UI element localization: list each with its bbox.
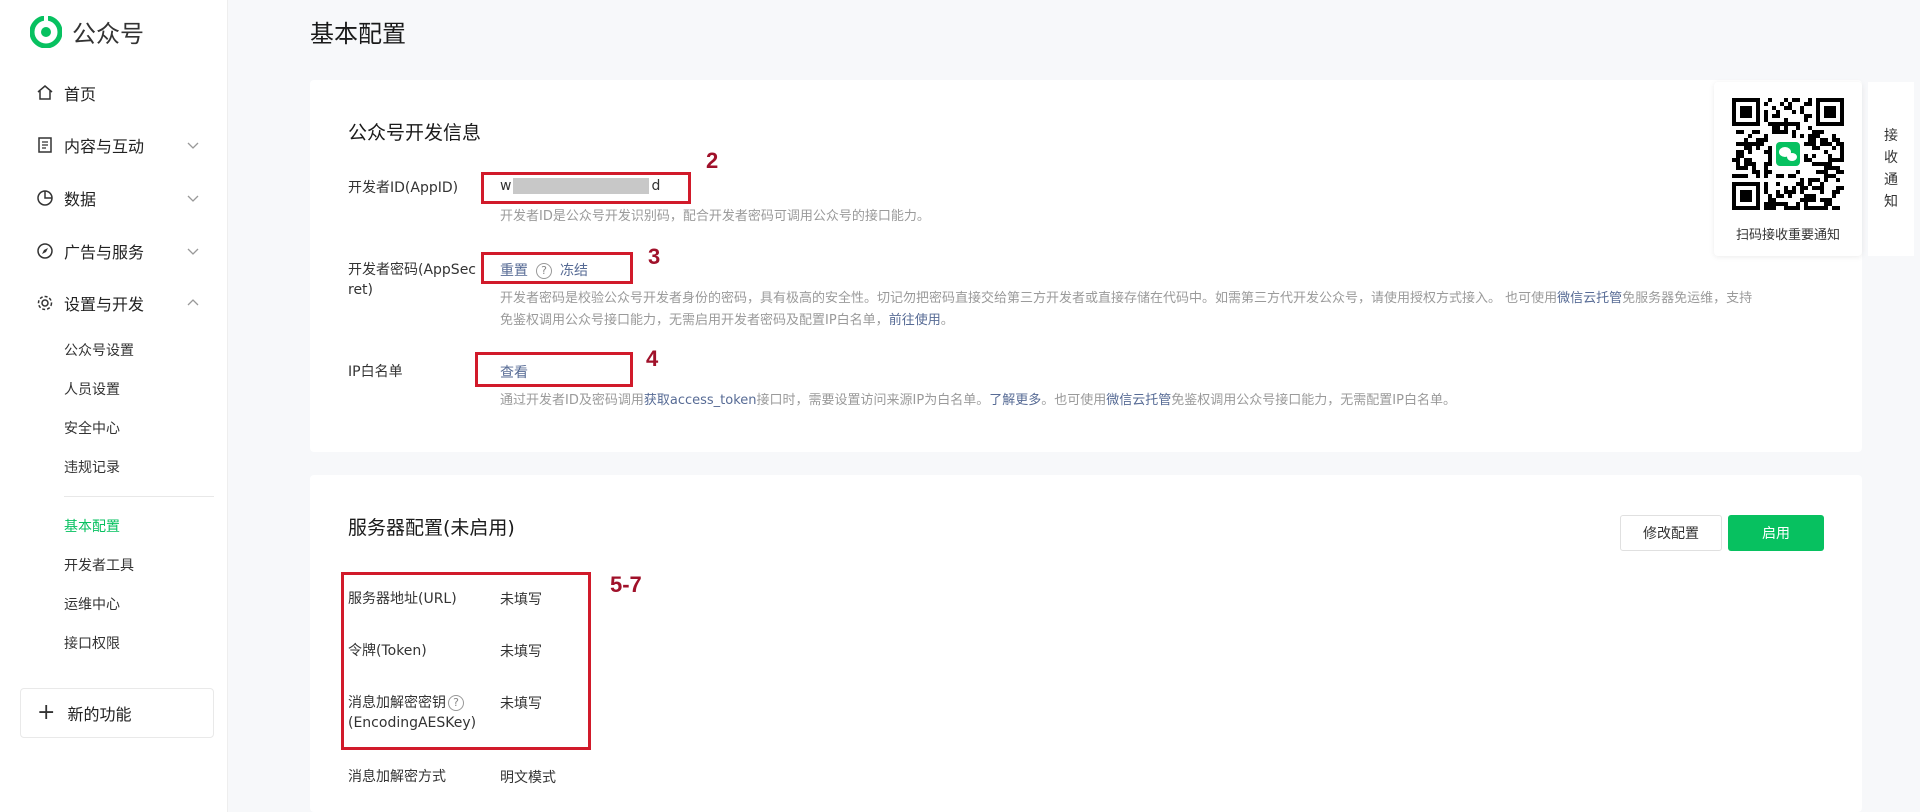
- annotation-box: [475, 352, 633, 387]
- sub-item-security-center[interactable]: 安全中心: [64, 418, 120, 438]
- annotation-box: [481, 252, 633, 284]
- chevron-up-icon: [187, 299, 199, 306]
- sub-item-developer-tools[interactable]: 开发者工具: [64, 555, 134, 575]
- notify-char: 收: [1884, 150, 1898, 166]
- chevron-down-icon: [187, 142, 199, 149]
- secret-label: 开发者密码(AppSec ret): [348, 260, 476, 300]
- page-title: 基本配置: [310, 20, 406, 48]
- nav-data[interactable]: 数据: [36, 185, 200, 211]
- secret-desc-text: 开发者密码是校验公众号开发者身份的密码，具有极高的安全性。切记勿把密码直接交给第…: [500, 291, 1558, 306]
- document-icon: [38, 137, 52, 153]
- nav-home[interactable]: 首页: [36, 80, 200, 106]
- plus-icon: +: [37, 700, 56, 725]
- ip-whitelist-label: IP白名单: [348, 364, 403, 380]
- secret-desc-text: 免鉴权调用公众号接口能力，无需启用开发者密码及配置IP白名单，: [500, 313, 889, 328]
- nav-label: 广告与服务: [64, 243, 145, 262]
- secret-label-line1: 开发者密码(AppSec: [348, 262, 477, 278]
- qr-code-icon: [1732, 98, 1844, 210]
- ip-desc-text: 免鉴权调用公众号接口能力，无需配置IP白名单。: [1171, 393, 1456, 408]
- qr-caption: 扫码接收重要通知: [1735, 228, 1840, 243]
- nav-label: 设置与开发: [64, 295, 145, 314]
- sub-item-api-permissions[interactable]: 接口权限: [64, 633, 120, 653]
- ip-desc: 通过开发者ID及密码调用获取access_token接口时，需要设置访问来源IP…: [500, 390, 1456, 412]
- go-use-link[interactable]: 前往使用: [889, 313, 941, 328]
- nav-settings[interactable]: 设置与开发: [36, 290, 200, 316]
- appid-desc: 开发者ID是公众号开发识别码，配合开发者密码可调用公众号的接口能力。: [500, 209, 930, 224]
- ip-desc-text: 。也可使用: [1041, 393, 1107, 408]
- new-features-button[interactable]: + 新的功能: [20, 688, 214, 738]
- annotation-label: 5-7: [610, 572, 642, 597]
- nav-label: 首页: [64, 85, 97, 104]
- divider: [64, 496, 214, 497]
- encryption-mode-value: 明文模式: [500, 770, 556, 786]
- annotation-box: [481, 172, 691, 204]
- access-token-link[interactable]: 获取access_token: [644, 393, 757, 408]
- secret-desc-text: 免服务器免运维，支持: [1622, 291, 1753, 306]
- cloud-hosting-link[interactable]: 微信云托管: [1557, 291, 1622, 306]
- sub-item-basic-config[interactable]: 基本配置: [64, 516, 120, 536]
- server-config-title: 服务器配置(未启用): [348, 517, 515, 539]
- enable-button[interactable]: 启用: [1728, 515, 1824, 551]
- qr-code-widget: 扫码接收重要通知: [1714, 82, 1862, 256]
- ip-desc-text: 接口时，需要设置访问来源IP为白名单。: [756, 393, 990, 408]
- learn-more-link[interactable]: 了解更多: [989, 393, 1041, 408]
- notify-char: 接: [1884, 128, 1898, 144]
- annotation-label: 2: [706, 148, 719, 173]
- app-name: 公众号: [72, 20, 144, 48]
- sub-item-staff-settings[interactable]: 人员设置: [64, 379, 120, 399]
- logo[interactable]: 公众号: [30, 14, 144, 49]
- receive-notification-tab[interactable]: 接 收 通 知: [1868, 82, 1914, 256]
- pie-chart-icon: [37, 190, 53, 206]
- annotation-label: 3: [648, 244, 661, 269]
- ip-desc-text: 通过开发者ID及密码调用: [500, 393, 644, 408]
- chevron-down-icon: [187, 195, 199, 202]
- nav-ads[interactable]: 广告与服务: [36, 238, 200, 264]
- nav-label: 数据: [64, 190, 97, 209]
- secret-desc: 开发者密码是校验公众号开发者身份的密码，具有极高的安全性。切记勿把密码直接交给第…: [500, 288, 1830, 332]
- nav-label: 内容与互动: [64, 137, 145, 156]
- cloud-hosting-link[interactable]: 微信云托管: [1106, 393, 1171, 408]
- wechat-official-logo-icon: [30, 15, 62, 48]
- annotation-label: 4: [646, 346, 659, 371]
- nav-content[interactable]: 内容与互动: [36, 132, 200, 158]
- home-icon: [37, 85, 53, 100]
- sub-item-account-settings[interactable]: 公众号设置: [64, 340, 134, 360]
- encryption-mode-label: 消息加解密方式: [348, 769, 446, 785]
- annotation-box: [341, 572, 591, 750]
- secret-desc-text: 。: [940, 313, 954, 328]
- secret-label-line2: ret): [348, 282, 374, 298]
- notify-char: 通: [1884, 172, 1898, 188]
- sub-item-violation-records[interactable]: 违规记录: [64, 457, 120, 477]
- dev-info-title: 公众号开发信息: [348, 122, 482, 144]
- sub-item-ops-center[interactable]: 运维中心: [64, 594, 120, 614]
- compass-icon: [37, 243, 53, 259]
- modify-config-button[interactable]: 修改配置: [1620, 515, 1722, 551]
- appid-label: 开发者ID(AppID): [348, 180, 459, 196]
- new-features-label: 新的功能: [67, 705, 132, 724]
- sidebar: 公众号 首页 内容与互动 数据 广告与服务 设置与开发 公众号设置 人员设置 安…: [0, 0, 228, 812]
- chevron-down-icon: [187, 248, 199, 255]
- notify-char: 知: [1884, 194, 1898, 210]
- gear-icon: [37, 295, 53, 311]
